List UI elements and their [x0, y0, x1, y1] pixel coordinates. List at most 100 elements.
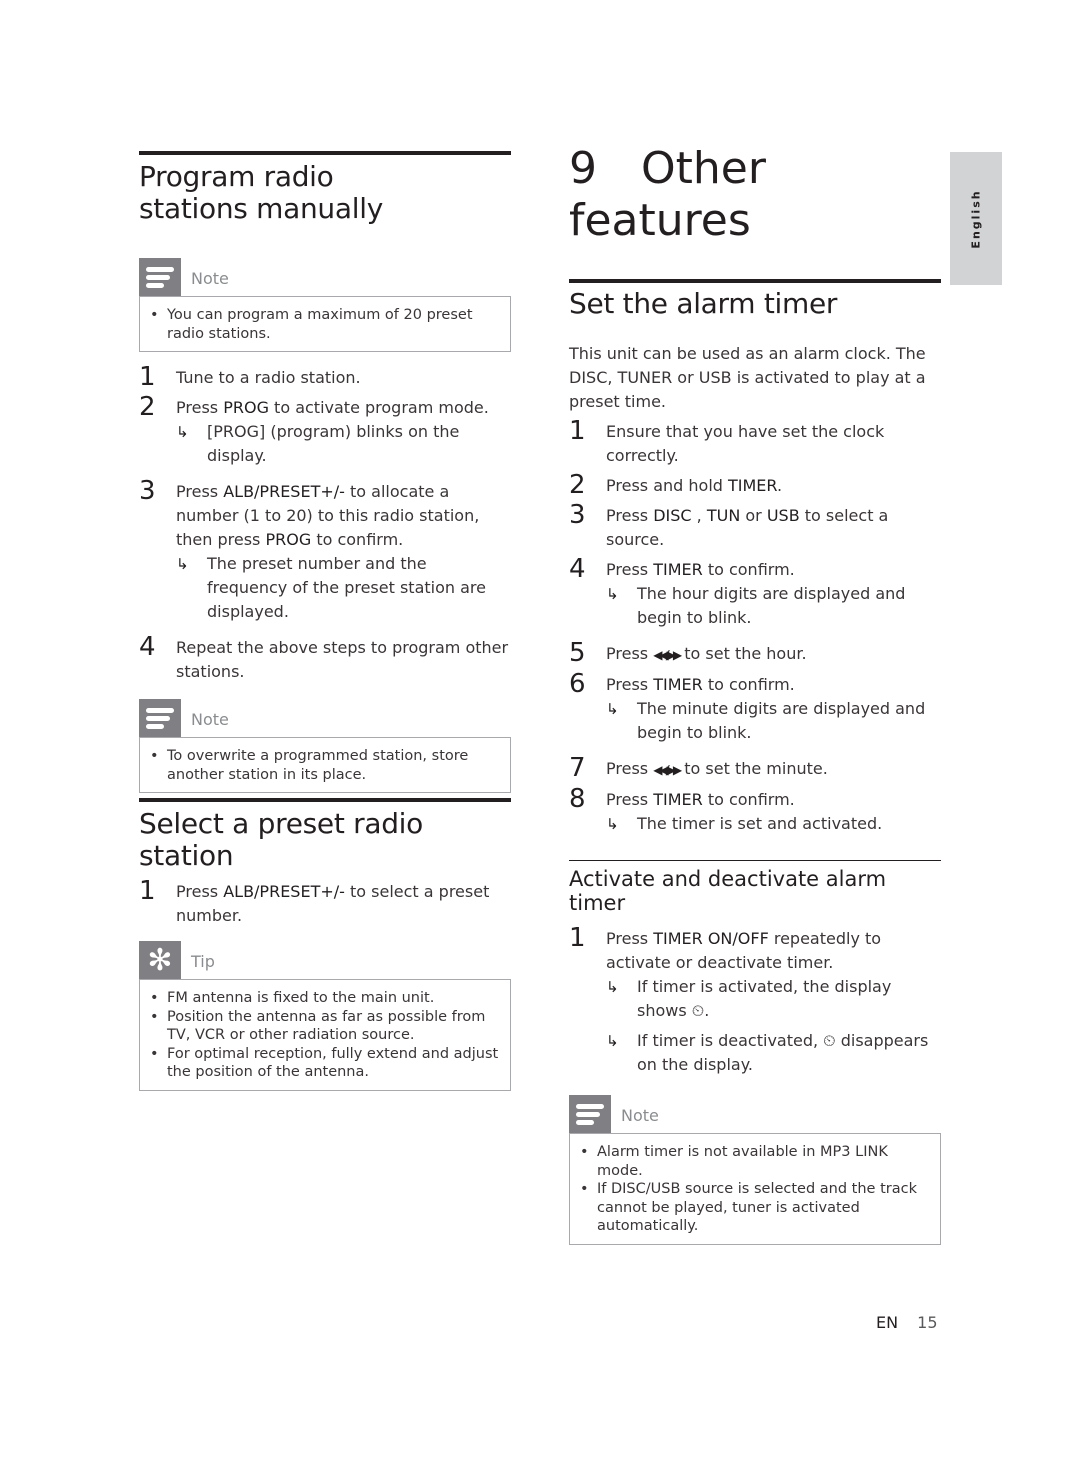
left-column-2: Select a preset radio station 1 Press ALB…	[139, 798, 511, 1091]
result-arrow-icon: ↳	[606, 585, 619, 603]
result-text: The minute digits are displayed and begi…	[637, 699, 926, 742]
result-arrow-icon: ↳	[606, 978, 619, 996]
prev-next-icon: ◀◀/▶▶	[653, 648, 682, 662]
step-text: Ensure that you have set the clock corre…	[606, 420, 941, 468]
step-item: 2 Press and hold TIMER.	[569, 470, 941, 500]
step-number: 6	[569, 669, 586, 699]
bullet-item: FM antenna is fixed to the main unit.	[150, 989, 500, 1008]
steps-list: 1 Ensure that you have set the clock corr…	[569, 417, 941, 836]
result-arrow-icon: ↳	[176, 555, 189, 573]
result-item: ↳ The preset number and the frequency of …	[176, 552, 511, 624]
button-name: TUN	[706, 506, 741, 525]
note-icon	[569, 1095, 611, 1133]
step-number: 5	[569, 638, 586, 668]
step-text: Tune to a radio station.	[176, 366, 511, 390]
bullet-item: For optimal reception, fully extend and …	[150, 1045, 500, 1082]
text: Ensure that you have set the clock corre…	[606, 422, 885, 465]
text: Press	[606, 929, 654, 948]
result-text: The hour digits are displayed and begin …	[637, 584, 906, 627]
step-text: Press and hold TIMER.	[606, 474, 941, 498]
step-item: 3 Press ALB/PRESET+/- to allocate a numbe…	[139, 476, 511, 624]
step-item: 1 Tune to a radio station.	[139, 362, 511, 392]
result-item: ↳ The minute digits are displayed and beg…	[606, 697, 941, 745]
button-name: USB	[766, 506, 800, 525]
step-item: 3 Press DISC , TUN or USB to select a sou…	[569, 501, 941, 552]
result-item: ↳ If timer is deactivated, ⏲ disappears o…	[606, 1029, 941, 1077]
step-text: Press ◀◀/▶▶ to set the hour.	[606, 642, 941, 667]
bullet-item: You can program a maximum of 20 preset r…	[150, 306, 500, 343]
left-column: Program radio stations manually Note You…	[139, 151, 511, 793]
result-text: If timer is deactivated, ⏲ disappears on…	[637, 1031, 929, 1074]
step-item: 1 Ensure that you have set the clock corr…	[569, 417, 941, 468]
result-text: If timer is activated, the display shows…	[637, 977, 892, 1020]
button-name: ALB/PRESET+/-	[223, 482, 345, 501]
button-name: DISC	[653, 506, 692, 525]
result-item: ↳ [PROG] (program) blinks on the display.	[176, 420, 511, 468]
section-rule	[139, 151, 511, 155]
intro-paragraph: This unit can be used as an alarm clock.…	[569, 344, 926, 411]
button-name: TIMER	[653, 790, 703, 809]
text: ,	[691, 506, 707, 525]
step-item: 5 Press ◀◀/▶▶ to set the hour.	[569, 638, 941, 668]
step-number: 2	[569, 470, 586, 500]
bullet-item: Alarm timer is not available in MP3 LINK…	[580, 1143, 930, 1180]
section-title: Program radio stations manually	[139, 160, 383, 225]
tip-callout: ✻ Tip FM antenna is fixed to the main un…	[139, 941, 511, 1091]
note-callout: Note Alarm timer is not available in MP3…	[569, 1095, 941, 1245]
note-label: Note	[191, 269, 229, 288]
result-arrow-icon: ↳	[606, 700, 619, 718]
button-name: TIMER	[653, 675, 703, 694]
step-number: 3	[139, 476, 156, 506]
page-footer: EN 15	[876, 1313, 952, 1332]
result-arrow-icon: ↳	[606, 815, 619, 833]
page-number: 15	[917, 1313, 938, 1332]
text: Press	[176, 398, 224, 417]
step-text: Repeat the above steps to program other …	[176, 636, 511, 684]
text: Press	[606, 790, 654, 809]
step-text: Press TIMER ON/OFF repeatedly to activat…	[606, 927, 941, 975]
result-arrow-icon: ↳	[606, 1032, 619, 1050]
right-column: 9 Other features Set the alarm timer Thi…	[569, 143, 941, 1245]
button-name: PROG	[223, 398, 269, 417]
step-text: Press ALB/PRESET+/- to allocate a number…	[176, 480, 511, 552]
note-label: Note	[191, 710, 229, 729]
step-item: 2 Press PROG to activate program mode. ↳ [P…	[139, 392, 511, 468]
steps-list: 1 Press TIMER ON/OFF repeatedly to activa…	[569, 923, 941, 1077]
step-text: Press DISC , TUN or USB to select a sour…	[606, 504, 941, 552]
text: Press	[606, 506, 654, 525]
step-item: 8 Press TIMER to confirm. ↳ The timer is se…	[569, 785, 941, 836]
chapter-heading: 9 Other features	[569, 143, 941, 247]
text: to confirm.	[311, 530, 404, 549]
text: .	[776, 476, 783, 495]
button-name: TIMER	[653, 560, 703, 579]
step-text: Press TIMER to confirm.	[606, 788, 941, 812]
text: to confirm.	[702, 790, 795, 809]
steps-list: 1 Tune to a radio station. 2 Press PROG to …	[139, 362, 511, 684]
step-number: 7	[569, 753, 586, 783]
step-number: 1	[569, 923, 586, 953]
text: to confirm.	[702, 560, 795, 579]
result-arrow-icon: ↳	[176, 423, 189, 441]
section-rule	[139, 798, 511, 802]
text: Repeat the above steps to program other …	[176, 638, 509, 681]
steps-list: 1 Press ALB/PRESET+/- to select a preset …	[139, 877, 511, 928]
text: Press and hold	[606, 476, 728, 495]
bullet-item: Position the antenna as far as possible …	[150, 1008, 500, 1045]
text: Press	[606, 759, 654, 778]
text: or	[740, 506, 767, 525]
text: Press	[606, 560, 654, 579]
step-item: 1 Press TIMER ON/OFF repeatedly to activa…	[569, 923, 941, 1077]
chapter-title: Other features	[569, 143, 766, 246]
text: Press	[176, 482, 224, 501]
step-text: Press ALB/PRESET+/- to select a preset n…	[176, 880, 511, 928]
button-name: PROG	[265, 530, 312, 549]
step-number: 2	[139, 392, 156, 422]
step-item: 4 Repeat the above steps to program other…	[139, 633, 511, 684]
result-text: The timer is set and activated.	[637, 814, 883, 833]
step-number: 1	[139, 362, 156, 392]
chapter-number: 9	[569, 143, 597, 194]
result-text: The preset number and the frequency of t…	[207, 554, 486, 621]
subsection-title: Activate and deactivate alarm timer	[569, 867, 887, 915]
result-text: [PROG] (program) blinks on the display.	[207, 422, 460, 465]
result-item: ↳ The timer is set and activated.	[606, 812, 941, 836]
